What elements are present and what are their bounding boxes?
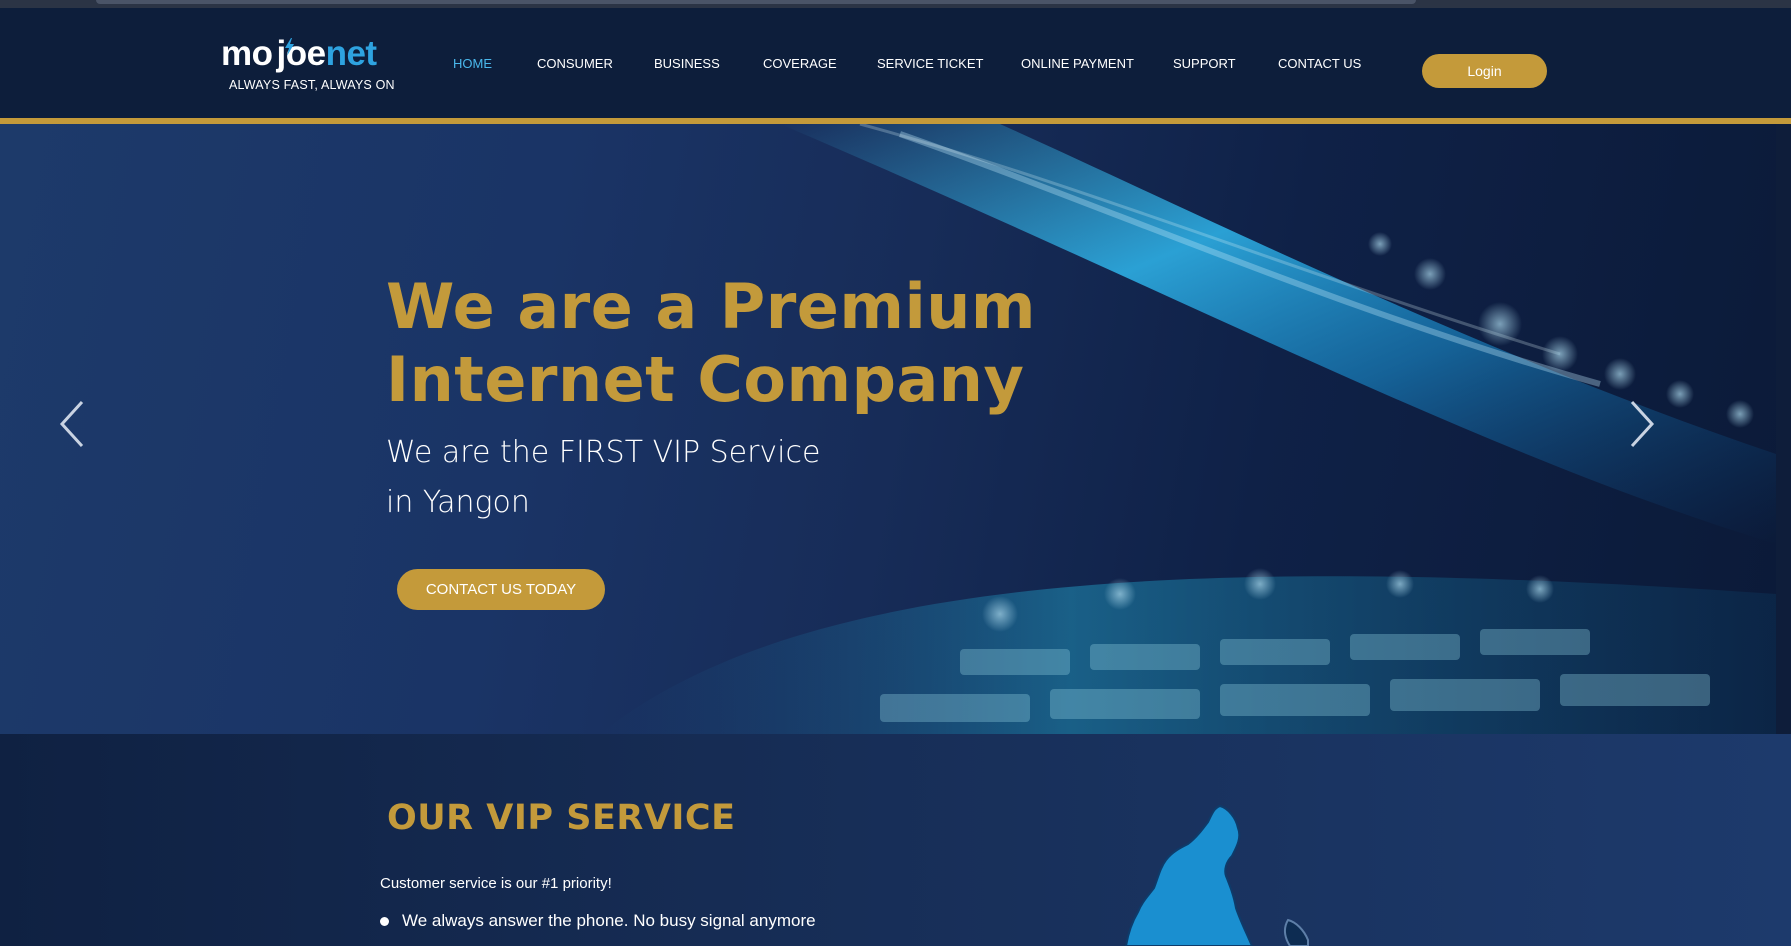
carousel-prev-button[interactable] [54,394,94,454]
vip-service-intro: Customer service is our #1 priority! [380,875,612,892]
hero-subtitle-line2: in Yangon [386,485,530,520]
browser-top-strip [0,0,1791,8]
nav-item-business[interactable]: BUSINESS [654,56,720,71]
hero-title: We are a Premium Internet Company [386,270,1086,416]
nav-item-home[interactable]: HOME [453,56,492,71]
vip-service-section: OUR VIP SERVICE Customer service is our … [0,734,1791,946]
logo-mo: mo [221,34,273,73]
myanmar-map-icon [1124,804,1309,946]
nav-item-consumer[interactable]: CONSUMER [537,56,613,71]
hero-title-line2: Internet Company [386,343,1025,416]
login-button[interactable]: Login [1422,54,1547,88]
nav-item-online-payment[interactable]: ONLINE PAYMENT [1021,56,1134,71]
list-item-text: We always answer the phone. No busy sign… [402,911,816,930]
nav-item-service-ticket[interactable]: SERVICE TICKET [877,56,983,71]
vip-service-title: OUR VIP SERVICE [387,798,736,838]
chevron-left-icon [59,400,84,448]
site-logo[interactable]: mo joenet ALWAYS FAST, ALWAYS ON [221,34,395,94]
logo-wordmark: mo joenet [221,34,391,74]
contact-us-today-button[interactable]: CONTACT US TODAY [397,569,605,610]
nav-item-support[interactable]: SUPPORT [1173,56,1236,71]
chevron-right-icon [1630,400,1655,448]
hero-side-strip [1776,124,1791,734]
hero-subtitle: We are the FIRST VIP Service in Yangon [386,428,906,528]
vip-service-list: We always answer the phone. No busy sign… [380,910,816,932]
lightning-bolt-icon [285,38,294,56]
list-item: We always answer the phone. No busy sign… [380,910,816,932]
nav-item-coverage[interactable]: COVERAGE [763,56,837,71]
hero-subtitle-line1: We are the FIRST VIP Service [386,435,821,470]
carousel-next-button[interactable] [1620,394,1660,454]
hero-banner: We are a Premium Internet Company We are… [0,124,1776,734]
top-strip-inner [96,0,1416,4]
bullet-icon [380,917,389,926]
hero-title-line1: We are a Premium [386,270,1036,343]
logo-tagline: ALWAYS FAST, ALWAYS ON [229,78,395,92]
nav-item-contact-us[interactable]: CONTACT US [1278,56,1361,71]
logo-net: net [325,34,378,73]
